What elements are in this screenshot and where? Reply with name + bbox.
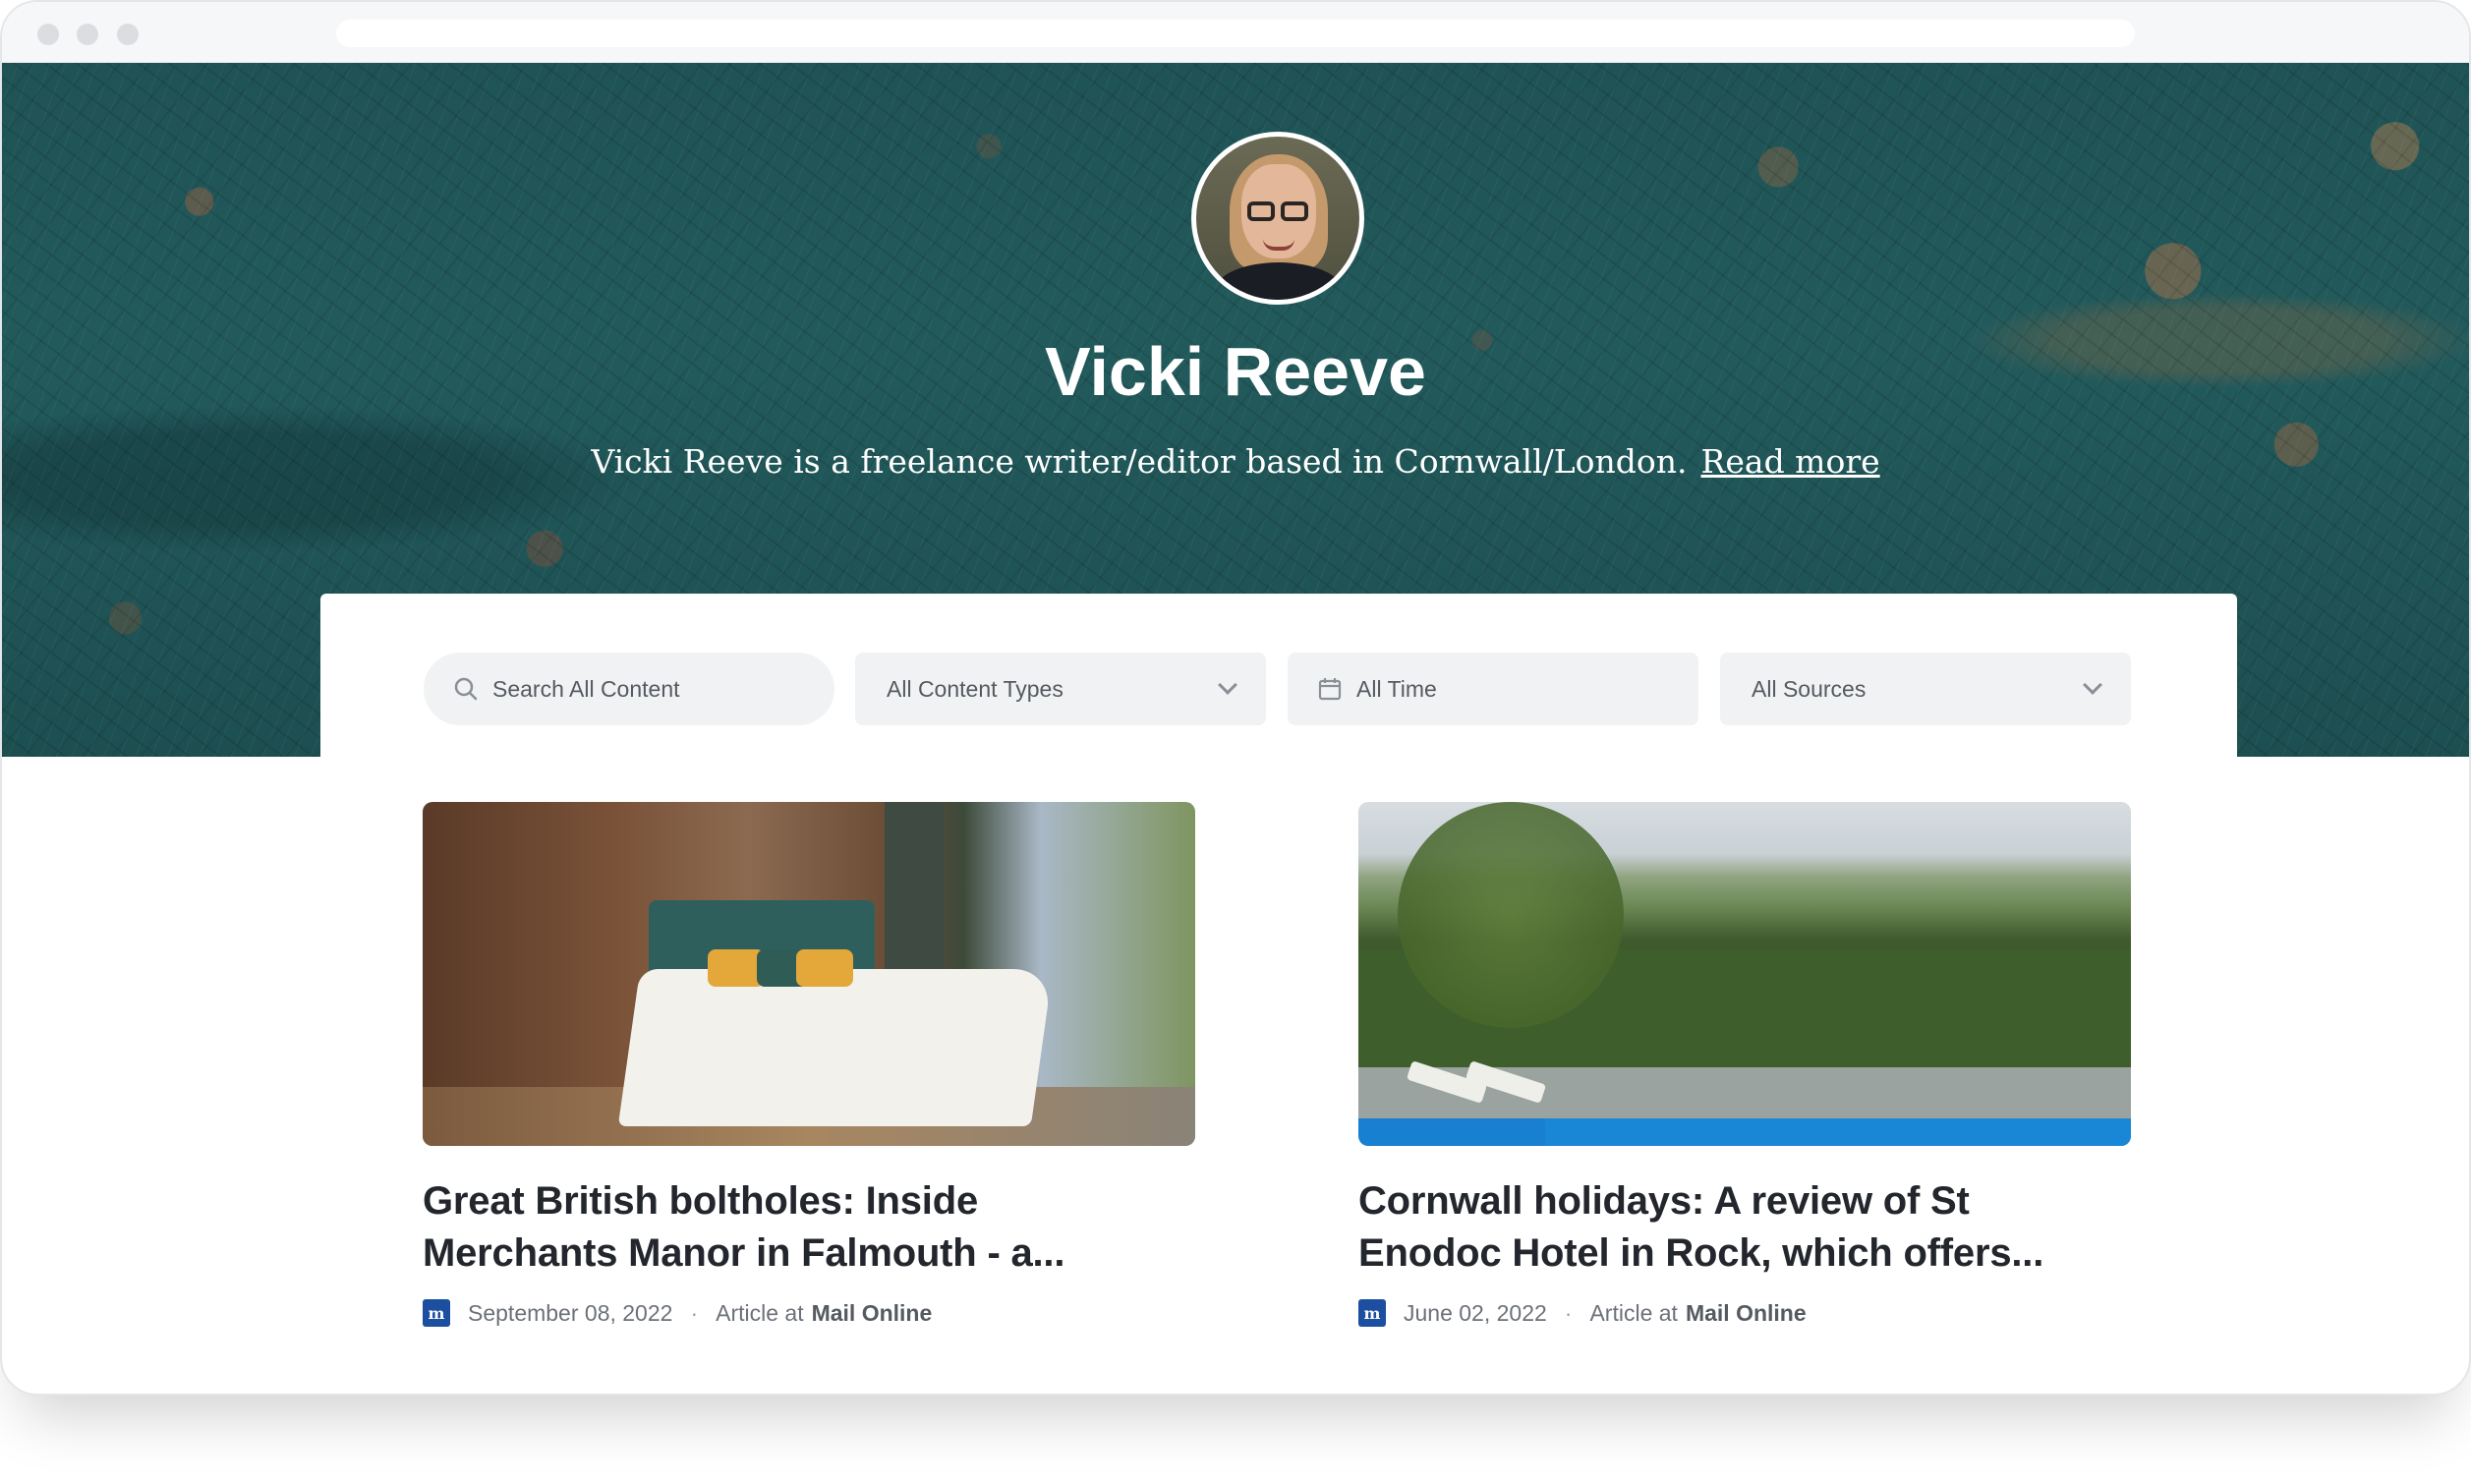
time-filter[interactable]: All Time [1288, 653, 1698, 725]
article-card[interactable]: Cornwall holidays: A review of St Enodoc… [1358, 802, 2131, 1327]
mail-online-icon: m [1358, 1299, 1386, 1327]
filter-panel: Search All Content All Content Types All… [320, 594, 2237, 761]
avatar [1191, 132, 1364, 305]
article-thumbnail[interactable] [1358, 802, 2131, 1146]
content-types-dropdown[interactable]: All Content Types [855, 653, 1266, 725]
sources-value: All Sources [1752, 675, 1867, 702]
meta-separator: · [1564, 1299, 1573, 1326]
sources-dropdown[interactable]: All Sources [1720, 653, 2131, 725]
article-source[interactable]: Mail Online [1686, 1300, 1807, 1327]
article-source[interactable]: Mail Online [812, 1300, 933, 1327]
address-bar[interactable] [336, 20, 2135, 47]
article-thumbnail[interactable] [423, 802, 1195, 1146]
article-title[interactable]: Cornwall holidays: A review of St Enodoc… [1358, 1175, 2131, 1280]
content-types-value: All Content Types [887, 675, 1063, 702]
time-value: All Time [1356, 675, 1437, 702]
profile-bio: Vicki Reeve is a freelance writer/editor… [2, 442, 2469, 481]
browser-window: Vicki Reeve Vicki Reeve is a freelance w… [0, 0, 2471, 1396]
browser-chrome [2, 2, 2469, 63]
search-placeholder: Search All Content [492, 675, 680, 702]
mail-online-icon: m [423, 1299, 450, 1327]
window-maximize-dot[interactable] [117, 24, 139, 45]
article-type: Article at [716, 1299, 804, 1326]
bio-text: Vicki Reeve is a freelance writer/editor… [591, 442, 1688, 481]
calendar-icon [1317, 676, 1343, 702]
article-meta: m June 02, 2022 · Article at Mail Online [1358, 1299, 2131, 1327]
read-more-link[interactable]: Read more [1701, 442, 1880, 481]
article-card[interactable]: Great British boltholes: Inside Merchant… [423, 802, 1195, 1327]
window-minimize-dot[interactable] [77, 24, 98, 45]
search-icon [453, 676, 479, 702]
window-close-dot[interactable] [37, 24, 59, 45]
article-date: September 08, 2022 [468, 1299, 673, 1326]
article-type: Article at [1589, 1299, 1678, 1326]
meta-separator: · [690, 1299, 699, 1326]
article-title[interactable]: Great British boltholes: Inside Merchant… [423, 1175, 1195, 1280]
chevron-down-icon [2083, 675, 2102, 695]
profile-name: Vicki Reeve [1045, 333, 1426, 410]
article-date: June 02, 2022 [1404, 1299, 1547, 1326]
search-input[interactable]: Search All Content [424, 653, 834, 725]
chevron-down-icon [1218, 675, 1237, 695]
article-meta: m September 08, 2022 · Article at Mail O… [423, 1299, 1195, 1327]
